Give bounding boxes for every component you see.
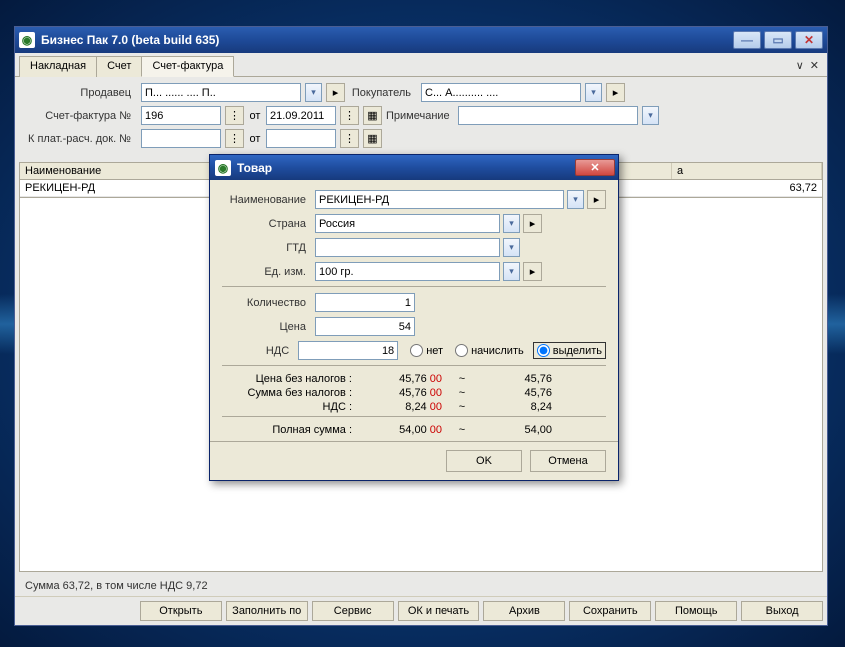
- archive-button[interactable]: Архив: [483, 601, 565, 621]
- gtd-label: ГТД: [222, 242, 312, 254]
- price-input[interactable]: [315, 317, 415, 336]
- tilde-icon: ~: [442, 373, 482, 385]
- sum-wo-tax-right: 45,76: [482, 387, 552, 399]
- country-label: Страна: [222, 218, 312, 230]
- payment-date-input[interactable]: [266, 129, 336, 148]
- window-title: Бизнес Пак 7.0 (beta build 635): [41, 33, 219, 47]
- price-wo-tax-value: 45,76 00: [362, 373, 442, 385]
- unit-input[interactable]: [315, 262, 500, 281]
- from-label: от: [248, 110, 262, 122]
- col-sum: а: [672, 163, 822, 179]
- seller-input[interactable]: [141, 83, 301, 102]
- gtd-input[interactable]: [315, 238, 500, 257]
- price-label: Цена: [222, 321, 312, 333]
- payment-doc-label: К плат.-расч. док. №: [25, 133, 137, 145]
- vat-row-value: 8,24 00: [362, 401, 442, 413]
- invoice-no-label: Счет-фактура №: [25, 110, 137, 122]
- tilde-icon: ~: [442, 401, 482, 413]
- vat-input[interactable]: [298, 341, 398, 360]
- vat-extract-radio[interactable]: выделить: [533, 342, 606, 359]
- dialog-cancel-button[interactable]: Отмена: [530, 450, 606, 472]
- service-button[interactable]: Сервис: [312, 601, 394, 621]
- total-label: Полная сумма :: [222, 424, 362, 436]
- invoice-date-list-button[interactable]: ⋮: [340, 106, 359, 125]
- tab-collapse-icon[interactable]: ∨: [796, 59, 804, 72]
- payment-date-calendar[interactable]: ▦: [363, 129, 382, 148]
- payment-doc-list-button[interactable]: ⋮: [225, 129, 244, 148]
- total-right: 54,00: [482, 424, 552, 436]
- dialog-titlebar: ◉ Товар ✕: [210, 155, 618, 180]
- vat-row-right: 8,24: [482, 401, 552, 413]
- buyer-label: Покупатель: [349, 87, 417, 99]
- country-next-button[interactable]: ▸: [523, 214, 542, 233]
- product-dialog: ◉ Товар ✕ Наименование ▾ ▸ Страна ▾ ▸ ГТ…: [209, 154, 619, 481]
- total-value: 54,00 00: [362, 424, 442, 436]
- name-input[interactable]: [315, 190, 564, 209]
- seller-label: Продавец: [25, 87, 137, 99]
- save-button[interactable]: Сохранить: [569, 601, 651, 621]
- seller-next-button[interactable]: ▸: [326, 83, 345, 102]
- vat-none-radio[interactable]: нет: [407, 343, 446, 358]
- form-panel: Продавец ▾ ▸ Покупатель ▾ ▸ Счет-фактура…: [15, 77, 827, 162]
- window-controls: — ▭ ✕: [733, 31, 823, 49]
- country-dropdown[interactable]: ▾: [503, 214, 520, 233]
- buyer-input[interactable]: [421, 83, 581, 102]
- vat-label: НДС: [222, 345, 295, 357]
- invoice-date-input[interactable]: [266, 106, 336, 125]
- price-wo-tax-right: 45,76: [482, 373, 552, 385]
- qty-input[interactable]: [315, 293, 415, 312]
- tab-schet[interactable]: Счет: [96, 56, 142, 77]
- note-dropdown[interactable]: ▾: [642, 106, 659, 125]
- sum-wo-tax-value: 45,76 00: [362, 387, 442, 399]
- seller-dropdown[interactable]: ▾: [305, 83, 322, 102]
- invoice-date-calendar[interactable]: ▦: [363, 106, 382, 125]
- dialog-close-button[interactable]: ✕: [575, 159, 615, 176]
- dialog-title: Товар: [237, 161, 272, 175]
- fill-by-button[interactable]: Заполнить по: [226, 601, 308, 621]
- qty-label: Количество: [222, 297, 312, 309]
- buyer-dropdown[interactable]: ▾: [585, 83, 602, 102]
- ok-print-button[interactable]: ОК и печать: [398, 601, 480, 621]
- close-button[interactable]: ✕: [795, 31, 823, 49]
- tab-schet-faktura[interactable]: Счет-фактура: [141, 56, 234, 77]
- gtd-dropdown[interactable]: ▾: [503, 238, 520, 257]
- price-wo-tax-label: Цена без налогов :: [222, 373, 362, 385]
- invoice-no-list-button[interactable]: ⋮: [225, 106, 244, 125]
- minimize-button[interactable]: —: [733, 31, 761, 49]
- invoice-no-input[interactable]: [141, 106, 221, 125]
- name-label: Наименование: [222, 194, 312, 206]
- status-bar: Сумма 63,72, в том числе НДС 9,72: [15, 576, 827, 596]
- payment-from-label: от: [248, 133, 262, 145]
- app-icon: ◉: [19, 32, 35, 48]
- tab-nakladnaya[interactable]: Накладная: [19, 56, 97, 77]
- note-input[interactable]: [458, 106, 638, 125]
- buyer-next-button[interactable]: ▸: [606, 83, 625, 102]
- vat-add-radio[interactable]: начислить: [452, 343, 527, 358]
- dialog-ok-button[interactable]: OK: [446, 450, 522, 472]
- country-input[interactable]: [315, 214, 500, 233]
- unit-label: Ед. изм.: [222, 266, 312, 278]
- unit-next-button[interactable]: ▸: [523, 262, 542, 281]
- sum-wo-tax-label: Сумма без налогов :: [222, 387, 362, 399]
- name-dropdown[interactable]: ▾: [567, 190, 584, 209]
- dialog-icon: ◉: [215, 160, 231, 176]
- help-button[interactable]: Помощь: [655, 601, 737, 621]
- tab-close-icon[interactable]: ✕: [810, 59, 819, 72]
- vat-row-label: НДС :: [222, 401, 362, 413]
- tilde-icon: ~: [442, 387, 482, 399]
- maximize-button[interactable]: ▭: [764, 31, 792, 49]
- open-button[interactable]: Открыть: [140, 601, 222, 621]
- tilde-icon: ~: [442, 424, 482, 436]
- payment-date-list-button[interactable]: ⋮: [340, 129, 359, 148]
- tab-bar: Накладная Счет Счет-фактура ∨ ✕: [15, 53, 827, 77]
- payment-doc-input[interactable]: [141, 129, 221, 148]
- bottom-toolbar: Открыть Заполнить по Сервис ОК и печать …: [15, 596, 827, 625]
- note-label: Примечание: [386, 110, 454, 122]
- unit-dropdown[interactable]: ▾: [503, 262, 520, 281]
- cell-sum: 63,72: [672, 180, 822, 196]
- name-next-button[interactable]: ▸: [587, 190, 606, 209]
- calc-block: Цена без налогов : 45,76 00 ~ 45,76 Сумм…: [222, 372, 606, 437]
- exit-button[interactable]: Выход: [741, 601, 823, 621]
- titlebar: ◉ Бизнес Пак 7.0 (beta build 635) — ▭ ✕: [15, 27, 827, 53]
